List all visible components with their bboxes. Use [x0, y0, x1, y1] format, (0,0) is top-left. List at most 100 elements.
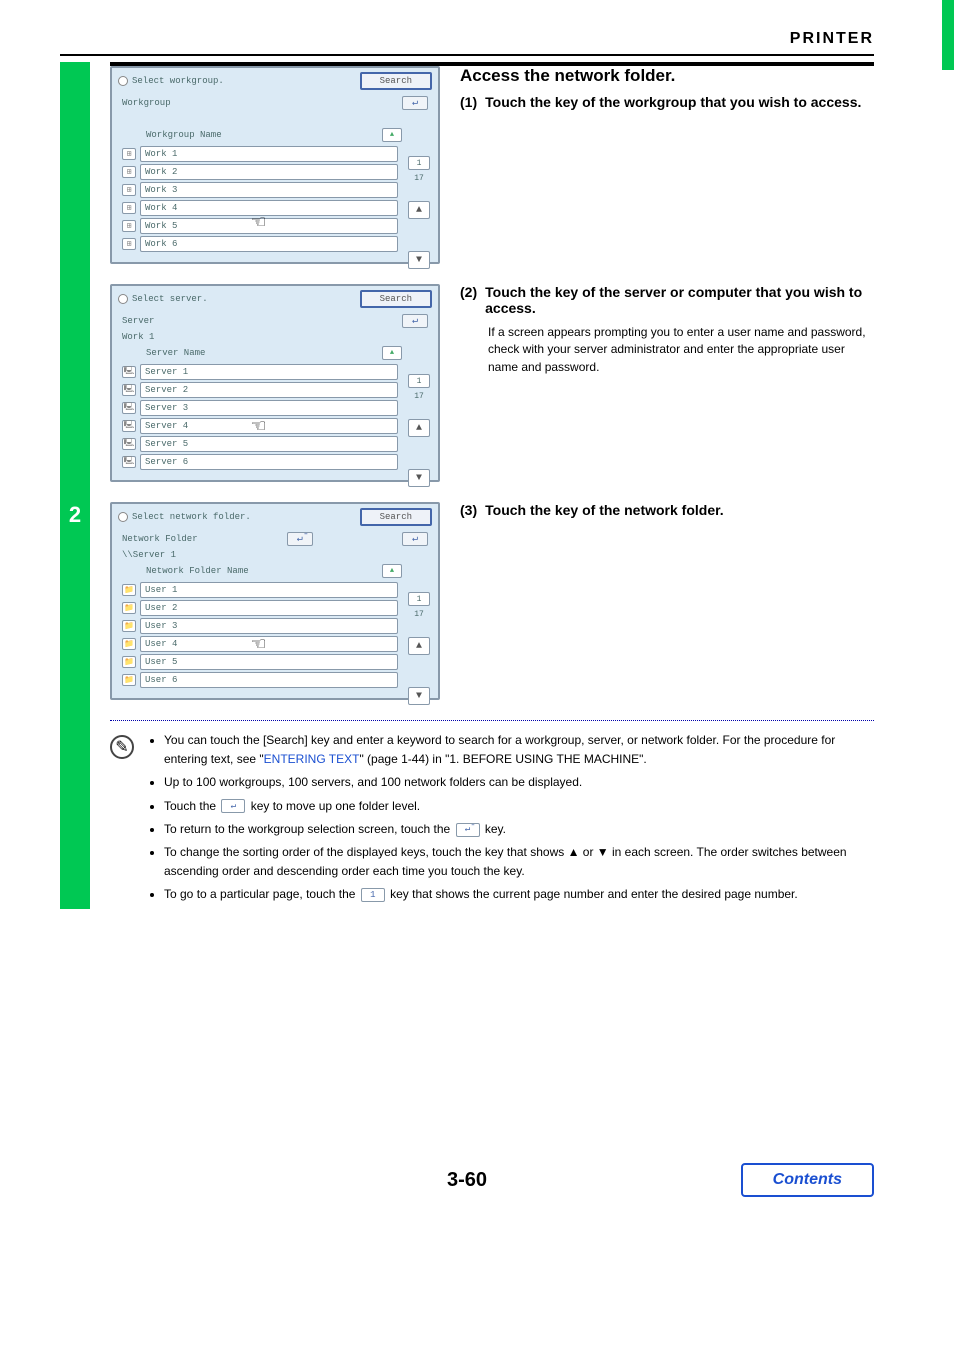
list-item[interactable]: Work 1: [140, 146, 398, 162]
list-item[interactable]: Work 2: [140, 164, 398, 180]
sort-button[interactable]: ▲: [382, 564, 402, 578]
folder-icon: 📁: [122, 620, 136, 632]
home-icon: ↵̄: [456, 823, 480, 837]
breadcrumb: \\Server 1: [122, 550, 176, 560]
breadcrumb: Server: [122, 316, 154, 326]
list-item[interactable]: Server 6: [140, 454, 398, 470]
scroll-down-button[interactable]: ▼: [408, 687, 430, 705]
up-level-button[interactable]: ↵: [402, 96, 428, 110]
list-item[interactable]: Server 3: [140, 400, 398, 416]
step-label: Touch the key of the server or computer …: [485, 284, 874, 316]
note-item: You can touch the [Search] key and enter…: [164, 731, 874, 769]
page-indicator-button[interactable]: 1: [408, 374, 430, 388]
sort-button[interactable]: ▲: [382, 128, 402, 142]
list-item[interactable]: Server 4: [140, 418, 398, 434]
dotted-separator: [110, 720, 874, 721]
note-item: Up to 100 workgroups, 100 servers, and 1…: [164, 773, 874, 792]
step-number: (3): [460, 502, 477, 518]
scroll-up-button[interactable]: ▲: [408, 637, 430, 655]
column-header: Server Name: [146, 348, 382, 358]
computer-icon: 🖳: [122, 402, 136, 414]
list-item[interactable]: Server 1: [140, 364, 398, 380]
column-header: Network Folder Name: [146, 566, 382, 576]
scroll-down-button[interactable]: ▼: [408, 469, 430, 487]
panel-title: Select server.: [132, 294, 356, 304]
list-item[interactable]: Work 6: [140, 236, 398, 252]
list-item[interactable]: User 3: [140, 618, 398, 634]
column-header: Workgroup Name: [146, 130, 382, 140]
entering-text-link[interactable]: ENTERING TEXT: [264, 752, 360, 766]
folder-icon: 📁: [122, 602, 136, 614]
note-item: To go to a particular page, touch the 1 …: [164, 885, 874, 904]
list-item[interactable]: User 4: [140, 636, 398, 652]
page-total: 17: [414, 174, 424, 183]
list-item[interactable]: Work 3: [140, 182, 398, 198]
globe-icon: [118, 294, 128, 304]
list-item[interactable]: Work 4: [140, 200, 398, 216]
list-item[interactable]: User 2: [140, 600, 398, 616]
computer-icon: 🖳: [122, 456, 136, 468]
search-button[interactable]: Search: [360, 290, 432, 308]
home-button[interactable]: ↵̄: [287, 532, 313, 546]
step-number: (1): [460, 94, 477, 110]
panel-network-folder: Select network folder. Search Network Fo…: [110, 502, 440, 700]
folder-icon: 📁: [122, 674, 136, 686]
network-icon: ⊞: [122, 148, 136, 160]
header-title: PRINTER: [60, 30, 874, 48]
margin-green-strip: [942, 0, 954, 70]
panel-server: Select server. Search Server ↵ Work 1: [110, 284, 440, 482]
section-sidebar: 2: [60, 62, 90, 909]
up-level-icon: ↵: [221, 799, 245, 813]
folder-icon: 📁: [122, 584, 136, 596]
computer-icon: 🖳: [122, 420, 136, 432]
scroll-up-button[interactable]: ▲: [408, 201, 430, 219]
list-item[interactable]: Server 2: [140, 382, 398, 398]
scroll-up-button[interactable]: ▲: [408, 419, 430, 437]
computer-icon: 🖳: [122, 366, 136, 378]
breadcrumb: Work 1: [122, 332, 154, 342]
folder-icon: 📁: [122, 638, 136, 650]
folder-icon: 📁: [122, 656, 136, 668]
page-total: 17: [414, 610, 424, 619]
page-number: 3-60: [447, 1169, 487, 1192]
sort-button[interactable]: ▲: [382, 346, 402, 360]
search-button[interactable]: Search: [360, 508, 432, 526]
list-item[interactable]: User 6: [140, 672, 398, 688]
notes-list: You can touch the [Search] key and enter…: [148, 731, 874, 909]
step-label: Touch the key of the network folder.: [485, 502, 724, 518]
header-rule: [60, 54, 874, 56]
computer-icon: 🖳: [122, 438, 136, 450]
breadcrumb: Network Folder: [122, 534, 198, 544]
step-body: If a screen appears prompting you to ent…: [488, 324, 874, 376]
panel-workgroup: Select workgroup. Search Workgroup ↵ 1 1…: [110, 66, 440, 264]
list-item[interactable]: User 5: [140, 654, 398, 670]
section-number: 2: [60, 502, 90, 528]
network-icon: ⊞: [122, 184, 136, 196]
globe-icon: [118, 76, 128, 86]
up-level-button[interactable]: ↵: [402, 532, 428, 546]
note-item: Touch the ↵ key to move up one folder le…: [164, 797, 874, 816]
step-number: (2): [460, 284, 477, 316]
breadcrumb: Workgroup: [122, 98, 171, 108]
note-icon: ✎: [110, 735, 134, 759]
page-number-icon: 1: [361, 888, 385, 902]
page-indicator-button[interactable]: 1: [408, 592, 430, 606]
search-button[interactable]: Search: [360, 72, 432, 90]
network-icon: ⊞: [122, 220, 136, 232]
scroll-down-button[interactable]: ▼: [408, 251, 430, 269]
note-item: To change the sorting order of the displ…: [164, 843, 874, 881]
panel-title: Select workgroup.: [132, 76, 356, 86]
page-total: 17: [414, 392, 424, 401]
network-icon: ⊞: [122, 166, 136, 178]
panel-title: Select network folder.: [132, 512, 356, 522]
list-item[interactable]: Server 5: [140, 436, 398, 452]
contents-button[interactable]: Contents: [741, 1163, 874, 1197]
globe-icon: [118, 512, 128, 522]
note-item: To return to the workgroup selection scr…: [164, 820, 874, 839]
up-level-button[interactable]: ↵: [402, 314, 428, 328]
network-icon: ⊞: [122, 238, 136, 250]
list-item[interactable]: User 1: [140, 582, 398, 598]
main-heading: Access the network folder.: [460, 66, 874, 86]
page-indicator-button[interactable]: 1: [408, 156, 430, 170]
list-item[interactable]: Work 5: [140, 218, 398, 234]
